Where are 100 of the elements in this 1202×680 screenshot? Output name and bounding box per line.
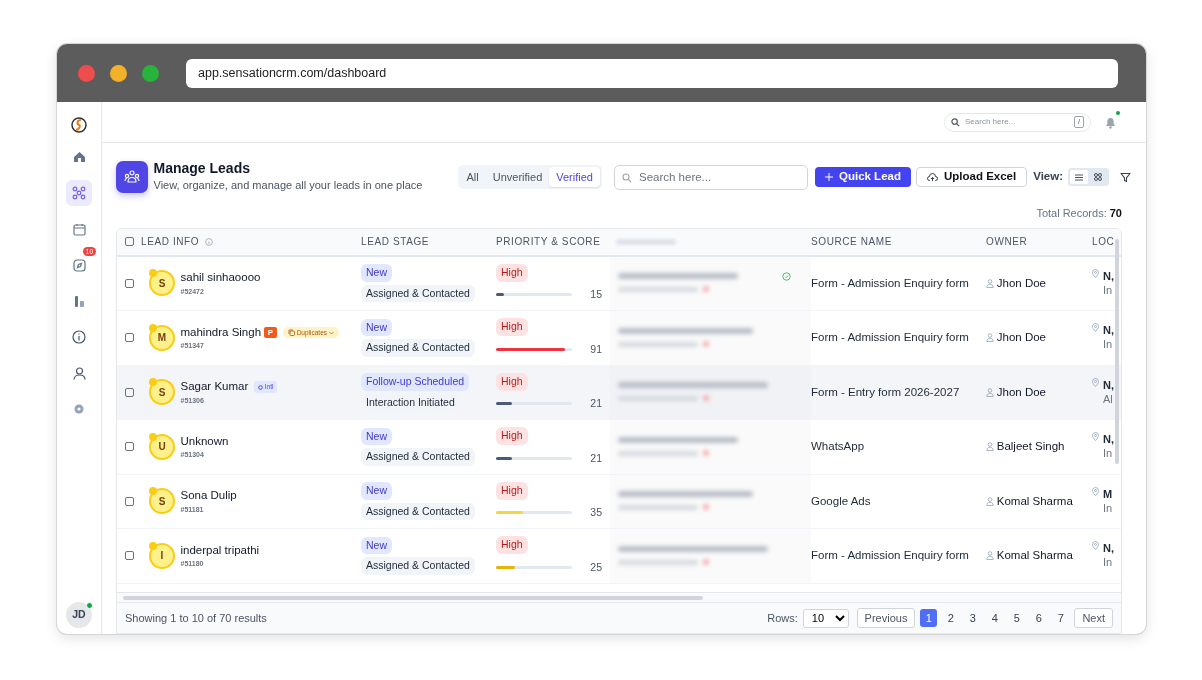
row-checkbox[interactable] xyxy=(125,442,134,452)
page-button[interactable]: 3 xyxy=(964,609,982,627)
row-checkbox[interactable] xyxy=(125,496,134,506)
avatar: S xyxy=(149,270,175,297)
scrollbar[interactable] xyxy=(1115,238,1119,464)
priority-badge: High xyxy=(496,427,528,445)
location-text: In xyxy=(1103,446,1114,461)
nav-button[interactable] xyxy=(66,180,92,206)
lead-name[interactable]: sahil sinhaoooo xyxy=(180,269,261,287)
row-checkbox[interactable] xyxy=(125,387,134,397)
priority-badge: High xyxy=(496,536,528,554)
owner-name: Jhon Doe xyxy=(996,384,1046,400)
previous-button[interactable]: Previous xyxy=(856,608,916,628)
page-button[interactable]: 6 xyxy=(1030,609,1048,627)
page-button[interactable]: 2 xyxy=(942,609,960,627)
location-text: In xyxy=(1103,500,1113,516)
owner-name: Jhon Doe xyxy=(996,275,1046,291)
upload-excel-button[interactable]: Upload Excel xyxy=(915,167,1028,187)
priority-badge: High xyxy=(496,481,528,500)
rows-per-page-select[interactable]: 10 xyxy=(802,608,849,628)
status-dot xyxy=(149,269,157,278)
owner-name: Komal Sharma xyxy=(996,548,1073,564)
bars-icon xyxy=(72,294,86,308)
score-value: 21 xyxy=(589,450,602,466)
substage-badge: Assigned & Contacted xyxy=(361,502,475,521)
page-subtitle: View, organize, and manage all your leads in one place xyxy=(153,178,424,194)
user-icon xyxy=(986,551,994,561)
score-value: 25 xyxy=(589,559,602,575)
location-text: In xyxy=(1103,337,1114,352)
source-name: Form - Entry form 2026-2027 xyxy=(811,384,960,400)
search-icon xyxy=(621,172,632,183)
location-pin-icon xyxy=(1092,323,1099,332)
lead-search-field[interactable]: Search here... xyxy=(613,164,808,190)
status-dot xyxy=(149,378,157,387)
lead-name[interactable]: Sagar Kumar xyxy=(180,378,249,396)
user-icon xyxy=(986,496,994,506)
minimize-window-icon[interactable] xyxy=(110,64,127,82)
substage-badge: Assigned & Contacted xyxy=(361,448,475,466)
location-text: N, xyxy=(1103,323,1114,338)
filter-tab[interactable]: Unverified xyxy=(485,166,550,188)
row-checkbox[interactable] xyxy=(125,551,134,561)
list-view-button[interactable] xyxy=(1070,170,1088,184)
status-dot xyxy=(149,323,157,332)
logo-icon[interactable] xyxy=(70,116,88,134)
location-text: Al xyxy=(1103,391,1114,407)
priority-badge: High xyxy=(496,318,528,336)
quick-lead-button[interactable]: Quick Lead xyxy=(814,167,911,187)
location-pin-icon xyxy=(1092,541,1099,550)
source-name: Form - Admission Enquiry form xyxy=(811,548,969,564)
search-icon xyxy=(951,117,960,127)
lead-name[interactable]: inderpal tripathi xyxy=(180,541,260,560)
lead-name[interactable]: Unknown xyxy=(180,432,229,451)
info-icon xyxy=(204,237,213,246)
status-dot xyxy=(149,541,157,550)
user-icon xyxy=(986,333,994,343)
user-icon xyxy=(986,278,994,288)
avatar: U xyxy=(149,433,175,460)
location-text: In xyxy=(1103,282,1114,298)
page-button[interactable]: 1 xyxy=(920,609,938,627)
score-value: 21 xyxy=(589,396,602,411)
filter-tab[interactable]: All xyxy=(459,166,486,188)
rows-label: Rows: xyxy=(767,610,798,626)
grid-icon xyxy=(1094,173,1102,181)
maximize-window-icon[interactable] xyxy=(142,64,159,82)
location-text: N, xyxy=(1103,268,1114,283)
row-checkbox[interactable] xyxy=(125,333,134,343)
next-button[interactable]: Next xyxy=(1074,608,1113,628)
filter-tab[interactable]: Verified xyxy=(549,166,600,188)
lead-name[interactable]: mahindra Singh xyxy=(180,323,262,342)
location-pin-icon xyxy=(1092,486,1099,496)
source-name: Form - Admission Enquiry form xyxy=(811,275,969,291)
row-checkbox[interactable] xyxy=(125,278,134,288)
source-name: Form - Admission Enquiry form xyxy=(811,330,969,346)
owner-name: Jhon Doe xyxy=(996,330,1046,346)
priority-badge: High xyxy=(496,372,528,391)
select-all-checkbox[interactable] xyxy=(125,237,134,246)
owner-name: Komal Sharma xyxy=(996,493,1073,509)
location-pin-icon xyxy=(1092,268,1099,278)
cloud-upload-icon xyxy=(926,172,938,182)
owner-name: Baljeet Singh xyxy=(996,439,1065,455)
lead-name[interactable]: Sona Dulip xyxy=(180,487,237,505)
source-name: WhatsApp xyxy=(811,439,865,455)
plus-icon xyxy=(824,173,833,181)
page-button[interactable]: 7 xyxy=(1052,609,1070,627)
scrollbar[interactable] xyxy=(117,592,1121,602)
filter-icon[interactable] xyxy=(1120,171,1131,183)
stage-badge: Follow-up Scheduled xyxy=(361,373,470,391)
user-avatar[interactable]: JD xyxy=(66,602,92,628)
priority-badge: High xyxy=(496,263,528,282)
page-button[interactable]: 5 xyxy=(1008,609,1026,627)
score-value: 35 xyxy=(589,505,602,520)
page-button[interactable]: 4 xyxy=(986,609,1004,627)
score-value: 15 xyxy=(589,287,602,302)
home-icon xyxy=(72,151,86,163)
column-header[interactable]: LEAD INFO xyxy=(141,234,200,249)
address-bar[interactable]: app.sensationcrm.com/dashboard xyxy=(186,58,1118,88)
settings-icon xyxy=(73,403,85,415)
source-name: Google Ads xyxy=(811,493,871,509)
compass-icon xyxy=(72,258,86,272)
stage-badge: New xyxy=(361,482,392,500)
